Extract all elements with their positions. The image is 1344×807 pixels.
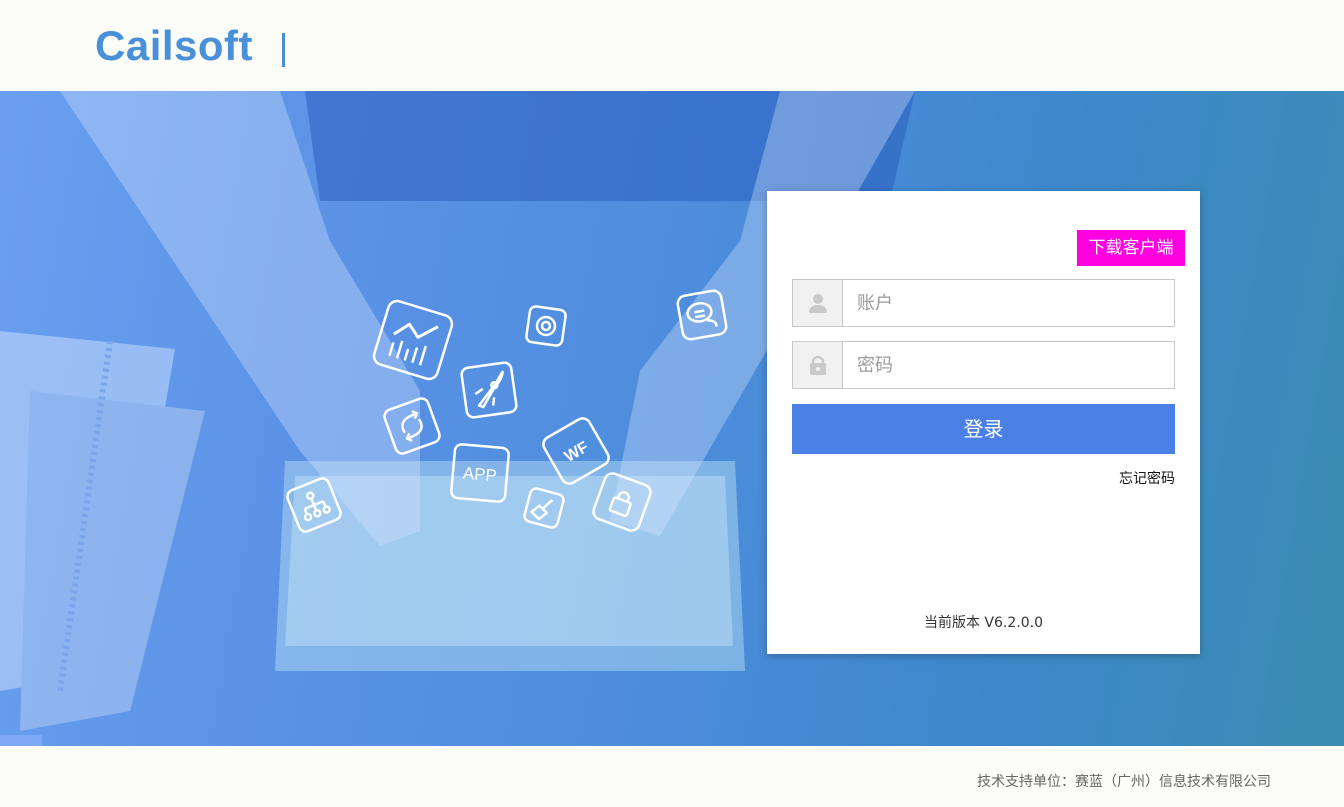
login-button[interactable]: 登录 — [792, 404, 1175, 454]
footer-support-text: 技术支持单位：赛蓝（广州）信息技术有限公司 — [977, 774, 1271, 790]
app-icon-label: APP — [462, 464, 498, 486]
login-panel: 下载客户端 登录 忘记密码 当前版本 V6.2.0.0 — [767, 191, 1200, 654]
corner-tab — [0, 735, 42, 746]
password-field — [792, 341, 1175, 389]
user-icon — [809, 294, 827, 313]
rocket-icon — [460, 361, 518, 419]
lifebuoy-icon — [525, 305, 567, 347]
account-field — [792, 279, 1175, 327]
lock-icon-box — [793, 342, 843, 388]
download-client-button[interactable]: 下载客户端 — [1077, 230, 1185, 266]
version-text: 当前版本 V6.2.0.0 — [923, 615, 1043, 631]
cailsoft-logo: Cailsoft — [95, 22, 254, 69]
password-input[interactable] — [843, 342, 1173, 388]
notebook-shape — [0, 331, 205, 731]
logo-separator — [282, 33, 285, 67]
account-input[interactable] — [843, 280, 1173, 326]
user-icon-box — [793, 280, 843, 326]
forgot-password-link[interactable]: 忘记密码 — [1119, 468, 1175, 488]
padlock-icon — [810, 355, 826, 375]
header: Cailsoft — [0, 0, 1344, 91]
